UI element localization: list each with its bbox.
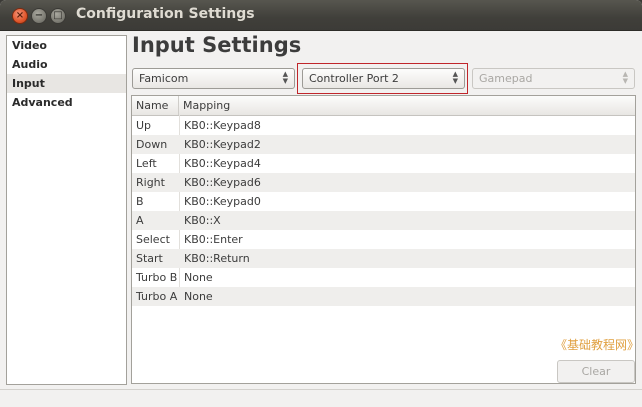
- table-row[interactable]: Select KB0::Enter: [132, 230, 635, 249]
- port-select[interactable]: Controller Port 2 ▲ ▼: [302, 68, 465, 89]
- table-header: Name Mapping: [132, 96, 635, 116]
- system-select[interactable]: Famicom ▲ ▼: [132, 68, 295, 89]
- titlebar[interactable]: × − □ Configuration Settings: [0, 0, 642, 31]
- table-row[interactable]: Start KB0::Return: [132, 249, 635, 268]
- device-select-value: Gamepad: [479, 72, 533, 85]
- row-mapping: KB0::X: [184, 214, 221, 227]
- row-mapping: None: [184, 290, 213, 303]
- table-row[interactable]: A KB0::X: [132, 211, 635, 230]
- row-name: Left: [136, 157, 157, 170]
- status-bar: [0, 389, 642, 407]
- row-name: Down: [136, 138, 168, 151]
- device-select: Gamepad ▲ ▼: [472, 68, 635, 89]
- sidebar-item-audio[interactable]: Audio: [7, 55, 126, 74]
- table-row[interactable]: Right KB0::Keypad6: [132, 173, 635, 192]
- table-row[interactable]: Turbo B None: [132, 268, 635, 287]
- system-select-value: Famicom: [139, 72, 189, 85]
- table-row[interactable]: Down KB0::Keypad2: [132, 135, 635, 154]
- window-title: Configuration Settings: [76, 6, 255, 22]
- column-header-mapping[interactable]: Mapping: [179, 96, 230, 115]
- row-name: Right: [136, 176, 165, 189]
- row-mapping: None: [184, 271, 213, 284]
- sidebar-item-video[interactable]: Video: [7, 36, 126, 55]
- row-mapping: KB0::Keypad6: [184, 176, 261, 189]
- close-icon[interactable]: ×: [12, 8, 28, 24]
- window: × − □ Configuration Settings Video Audio…: [0, 0, 642, 407]
- table-row[interactable]: Turbo A None: [132, 287, 635, 306]
- table-row[interactable]: Left KB0::Keypad4: [132, 154, 635, 173]
- row-name: Start: [136, 252, 163, 265]
- row-mapping: KB0::Keypad2: [184, 138, 261, 151]
- watermark-text: 《基础教程网》: [555, 338, 640, 352]
- clear-button[interactable]: Clear: [557, 360, 635, 383]
- updown-arrows-icon: ▲ ▼: [282, 70, 288, 85]
- minimize-icon[interactable]: −: [31, 8, 47, 24]
- table-row[interactable]: Up KB0::Keypad8: [132, 116, 635, 135]
- row-mapping: KB0::Keypad4: [184, 157, 261, 170]
- sidebar-item-input[interactable]: Input: [7, 74, 126, 93]
- sidebar: Video Audio Input Advanced: [6, 35, 127, 385]
- row-name: Turbo B: [136, 271, 178, 284]
- page-title: Input Settings: [132, 33, 302, 57]
- updown-arrows-icon: ▲ ▼: [622, 70, 628, 85]
- row-mapping: KB0::Return: [184, 252, 250, 265]
- row-mapping: KB0::Keypad0: [184, 195, 261, 208]
- row-name: Up: [136, 119, 152, 132]
- column-header-name[interactable]: Name: [132, 96, 179, 115]
- port-select-value: Controller Port 2: [309, 72, 399, 85]
- maximize-icon[interactable]: □: [50, 8, 66, 24]
- row-name: Select: [136, 233, 170, 246]
- row-mapping: KB0::Keypad8: [184, 119, 261, 132]
- sidebar-item-advanced[interactable]: Advanced: [7, 93, 126, 112]
- row-name: Turbo A: [136, 290, 178, 303]
- row-mapping: KB0::Enter: [184, 233, 243, 246]
- updown-arrows-icon: ▲ ▼: [452, 70, 458, 85]
- row-name: A: [136, 214, 144, 227]
- row-name: B: [136, 195, 144, 208]
- table-row[interactable]: B KB0::Keypad0: [132, 192, 635, 211]
